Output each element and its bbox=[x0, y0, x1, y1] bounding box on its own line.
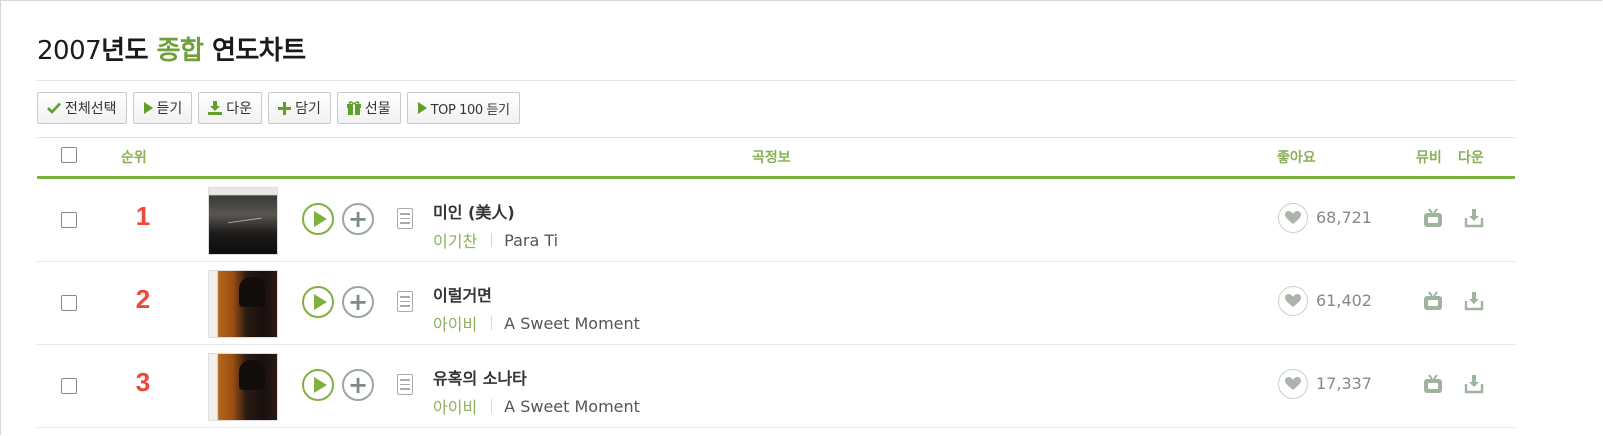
album-link[interactable]: A Sweet Moment bbox=[504, 314, 640, 333]
song-info-icon[interactable] bbox=[397, 208, 413, 229]
album-cover[interactable] bbox=[208, 187, 278, 255]
song-meta: 아이비 A Sweet Moment bbox=[433, 394, 640, 418]
rank-number: 3 bbox=[135, 367, 151, 397]
play-button[interactable]: 듣기 bbox=[132, 92, 193, 124]
title-accent: 종합 bbox=[156, 36, 204, 66]
toolbar: 전체선택 듣기 다운 담기 선물 TOP 100 듣기 bbox=[37, 92, 520, 124]
tv-icon[interactable] bbox=[1422, 290, 1444, 312]
download-icon[interactable] bbox=[1463, 290, 1485, 312]
album-cover[interactable] bbox=[208, 270, 278, 338]
likes-header: 좋아요 bbox=[1277, 150, 1316, 166]
download-icon bbox=[208, 101, 223, 115]
artist-link[interactable]: 아이비 bbox=[433, 394, 477, 418]
add-song-button[interactable]: + bbox=[342, 286, 374, 318]
top100-play-button[interactable]: TOP 100 듣기 bbox=[406, 92, 520, 124]
gift-icon bbox=[346, 101, 361, 115]
like-button[interactable] bbox=[1278, 369, 1308, 399]
like-count: 68,721 bbox=[1316, 208, 1372, 227]
add-song-button[interactable]: + bbox=[342, 203, 374, 235]
heart-icon bbox=[1285, 377, 1301, 390]
separator bbox=[491, 233, 493, 247]
chart-list: 1 + 미인 (美人) 이기찬 Para Ti 68,721 2 + 이럴거면 … bbox=[37, 179, 1515, 428]
play-song-button[interactable] bbox=[302, 286, 334, 318]
table-row: 3 + 유혹의 소나타 아이비 A Sweet Moment 17,337 bbox=[37, 345, 1515, 428]
gift-button[interactable]: 선물 bbox=[336, 92, 401, 124]
check-icon bbox=[47, 102, 61, 114]
song-title[interactable]: 유혹의 소나타 bbox=[433, 365, 527, 389]
tv-icon[interactable] bbox=[1422, 207, 1444, 229]
song-title[interactable]: 미인 (美人) bbox=[433, 199, 515, 223]
song-info-header: 곡정보 bbox=[752, 150, 791, 166]
rank-header: 순위 bbox=[121, 150, 147, 166]
heart-icon bbox=[1285, 211, 1301, 224]
play-icon bbox=[143, 102, 153, 114]
separator bbox=[491, 399, 493, 413]
mv-header: 뮤비 bbox=[1416, 150, 1442, 166]
download-button[interactable]: 다운 bbox=[198, 92, 263, 124]
download-header: 다운 bbox=[1458, 150, 1484, 166]
table-header: 순위 곡정보 좋아요 뮤비 다운 bbox=[37, 138, 1515, 176]
add-song-button[interactable]: + bbox=[342, 369, 374, 401]
select-all-checkbox[interactable] bbox=[61, 147, 77, 163]
tv-icon[interactable] bbox=[1422, 373, 1444, 395]
like-count: 17,337 bbox=[1316, 374, 1372, 393]
album-link[interactable]: Para Ti bbox=[504, 231, 558, 250]
table-row: 2 + 이럴거면 아이비 A Sweet Moment 61,402 bbox=[37, 262, 1515, 345]
artist-link[interactable]: 이기찬 bbox=[433, 228, 477, 252]
row-checkbox[interactable] bbox=[61, 378, 77, 394]
play-song-button[interactable] bbox=[302, 203, 334, 235]
play-song-button[interactable] bbox=[302, 369, 334, 401]
like-button[interactable] bbox=[1278, 286, 1308, 316]
song-meta: 이기찬 Para Ti bbox=[433, 228, 558, 252]
song-meta: 아이비 A Sweet Moment bbox=[433, 311, 640, 335]
download-icon[interactable] bbox=[1463, 373, 1485, 395]
album-cover[interactable] bbox=[208, 353, 278, 421]
like-button[interactable] bbox=[1278, 203, 1308, 233]
row-checkbox[interactable] bbox=[61, 212, 77, 228]
play-icon bbox=[417, 102, 427, 114]
plus-icon bbox=[278, 101, 292, 115]
download-icon[interactable] bbox=[1463, 207, 1485, 229]
page-title: 2007년도 종합 연도차트 bbox=[37, 36, 306, 66]
divider bbox=[37, 80, 1515, 81]
add-to-playlist-button[interactable]: 담기 bbox=[268, 92, 331, 124]
table-row: 1 + 미인 (美人) 이기찬 Para Ti 68,721 bbox=[37, 179, 1515, 262]
song-info-icon[interactable] bbox=[397, 291, 413, 312]
rank-number: 1 bbox=[135, 201, 151, 231]
artist-link[interactable]: 아이비 bbox=[433, 311, 477, 335]
heart-icon bbox=[1285, 294, 1301, 307]
separator bbox=[491, 316, 493, 330]
album-link[interactable]: A Sweet Moment bbox=[504, 397, 640, 416]
song-title[interactable]: 이럴거면 bbox=[433, 282, 492, 306]
row-checkbox[interactable] bbox=[61, 295, 77, 311]
like-count: 61,402 bbox=[1316, 291, 1372, 310]
song-info-icon[interactable] bbox=[397, 374, 413, 395]
rank-number: 2 bbox=[135, 284, 151, 314]
select-all-button[interactable]: 전체선택 bbox=[37, 92, 127, 124]
